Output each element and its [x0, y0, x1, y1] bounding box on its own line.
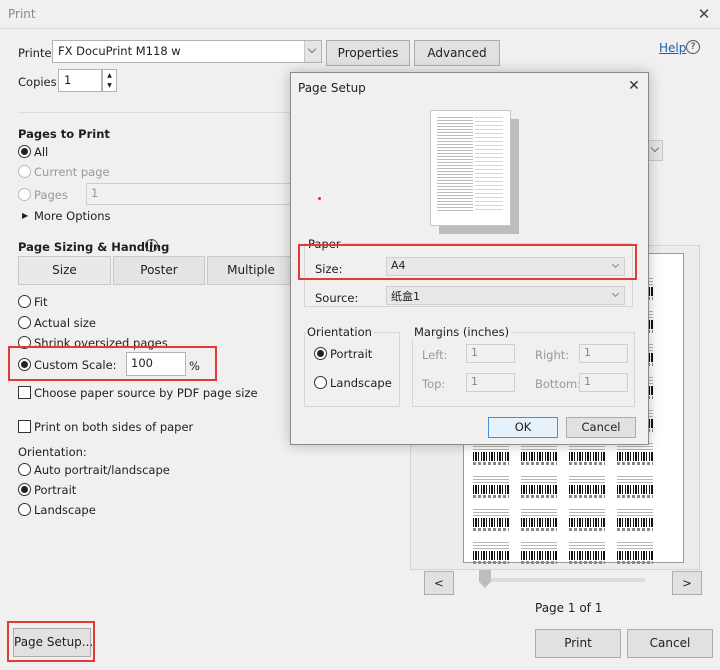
radio-actual-size-label: Actual size: [34, 316, 96, 330]
red-dot-marker: [318, 197, 321, 200]
dialog-radio-portrait-label: Portrait: [330, 347, 373, 361]
pages-to-print-title: Pages to Print: [18, 127, 110, 141]
highlight-box-page-setup: [7, 621, 95, 662]
chevron-down-icon: [304, 41, 321, 62]
section-divider: [18, 112, 293, 113]
thumbnail-text-lines-right: [475, 117, 503, 213]
tab-poster[interactable]: Poster: [113, 256, 205, 285]
barcode-label: [521, 540, 557, 566]
radio-actual-size[interactable]: [18, 316, 31, 329]
hidden-combo-arrow[interactable]: [648, 140, 663, 161]
help-link[interactable]: Help: [659, 41, 686, 55]
barcode-label: [473, 507, 509, 533]
close-icon[interactable]: ✕: [694, 4, 714, 24]
source-label: Source:: [315, 291, 359, 305]
radio-auto-orientation[interactable]: [18, 463, 31, 476]
dialog-radio-landscape-label: Landscape: [330, 376, 392, 390]
radio-pages-label: Pages: [34, 188, 68, 202]
dialog-orientation-label: Orientation: [305, 325, 374, 339]
advanced-button[interactable]: Advanced: [414, 40, 500, 66]
radio-landscape[interactable]: [18, 503, 31, 516]
radio-all-label: All: [34, 145, 49, 159]
tab-multiple[interactable]: Multiple: [207, 256, 295, 285]
radio-portrait[interactable]: [18, 483, 31, 496]
more-options-toggle[interactable]: More Options: [34, 209, 111, 223]
radio-current-page-label: Current page: [34, 165, 110, 179]
source-value: 纸盒1: [391, 290, 420, 303]
barcode-label: [473, 474, 509, 500]
print-button[interactable]: Print: [535, 629, 621, 658]
cancel-button[interactable]: Cancel: [627, 629, 713, 658]
margin-top-input[interactable]: 1: [466, 373, 515, 392]
page-slider-track[interactable]: [480, 578, 645, 582]
page-counter: Page 1 of 1: [535, 601, 603, 615]
dialog-radio-portrait[interactable]: [314, 347, 327, 360]
titlebar-divider: [0, 28, 720, 29]
radio-auto-orientation-label: Auto portrait/landscape: [34, 463, 170, 477]
chevron-down-icon: [611, 289, 620, 298]
tab-size[interactable]: Size: [18, 256, 111, 285]
page-setup-dialog: Page Setup ✕ Paper Size: A4 Source: 纸盒1 …: [290, 72, 649, 445]
checkbox-both-sides[interactable]: [18, 420, 31, 433]
barcode-label: [521, 507, 557, 533]
highlight-box-custom-scale: [8, 346, 217, 381]
copies-input[interactable]: 1: [58, 69, 102, 92]
radio-landscape-label: Landscape: [34, 503, 96, 517]
page-slider-thumb[interactable]: [479, 570, 491, 588]
help-icon[interactable]: ?: [686, 40, 700, 54]
margin-left-label: Left:: [422, 348, 448, 362]
margin-bottom-input[interactable]: 1: [579, 373, 628, 392]
printer-value: FX DocuPrint M118 w: [58, 44, 181, 58]
barcode-label: [569, 474, 605, 500]
margin-top-label: Top:: [422, 377, 446, 391]
prev-page-button[interactable]: <: [424, 571, 454, 595]
next-page-button[interactable]: >: [672, 571, 702, 595]
margins-group-label: Margins (inches): [412, 325, 512, 339]
checkbox-choose-paper[interactable]: [18, 386, 31, 399]
dialog-ok-button[interactable]: OK: [488, 417, 558, 438]
barcode-label: [569, 507, 605, 533]
dialog-radio-landscape[interactable]: [314, 376, 327, 389]
info-icon[interactable]: i: [145, 239, 158, 252]
radio-pages[interactable]: [18, 188, 31, 201]
window-title: Print: [8, 7, 36, 21]
radio-fit-label: Fit: [34, 295, 48, 309]
margin-left-input[interactable]: 1: [466, 344, 515, 363]
checkbox-choose-paper-label: Choose paper source by PDF page size: [34, 386, 258, 400]
margin-right-input[interactable]: 1: [579, 344, 628, 363]
expand-triangle-icon[interactable]: ▶: [22, 211, 28, 220]
dialog-orientation-group: [304, 332, 400, 407]
dialog-cancel-button[interactable]: Cancel: [566, 417, 636, 438]
copies-stepper[interactable]: ▲ ▼: [102, 69, 117, 92]
thumbnail-text-lines: [437, 117, 473, 213]
dialog-title: Page Setup: [298, 81, 366, 95]
pages-range-input[interactable]: 1: [86, 183, 296, 205]
stepper-up-icon[interactable]: ▲: [103, 70, 116, 81]
radio-current-page[interactable]: [18, 165, 31, 178]
barcode-label: [617, 507, 653, 533]
barcode-label: [617, 474, 653, 500]
source-select[interactable]: 纸盒1: [386, 286, 625, 305]
properties-button[interactable]: Properties: [326, 40, 410, 66]
barcode-label: [569, 540, 605, 566]
radio-portrait-label: Portrait: [34, 483, 77, 497]
stepper-down-icon[interactable]: ▼: [103, 81, 116, 91]
margin-right-label: Right:: [535, 348, 570, 362]
printer-select[interactable]: FX DocuPrint M118 w: [52, 40, 322, 63]
radio-all[interactable]: [18, 145, 31, 158]
checkbox-both-sides-label: Print on both sides of paper: [34, 420, 194, 434]
barcode-label: [473, 540, 509, 566]
dialog-close-icon[interactable]: ✕: [625, 78, 643, 94]
highlight-box-paper-size: [298, 244, 637, 280]
paper-thumbnail: [430, 110, 511, 226]
margin-bottom-label: Bottom:: [535, 377, 582, 391]
copies-label: Copies:: [18, 75, 61, 89]
radio-fit[interactable]: [18, 295, 31, 308]
barcode-label: [617, 540, 653, 566]
barcode-label: [521, 474, 557, 500]
orientation-title: Orientation:: [18, 445, 87, 459]
